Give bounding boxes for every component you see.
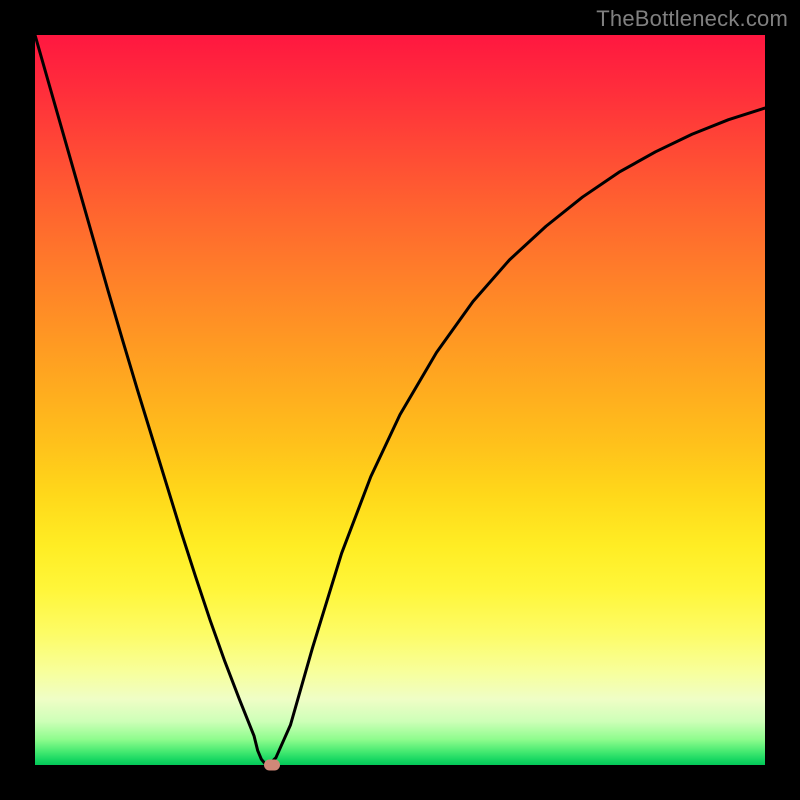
optimum-marker xyxy=(264,760,280,771)
chart-frame: TheBottleneck.com xyxy=(0,0,800,800)
bottleneck-curve xyxy=(35,35,765,765)
watermark-text: TheBottleneck.com xyxy=(596,6,788,32)
plot-area xyxy=(35,35,765,765)
